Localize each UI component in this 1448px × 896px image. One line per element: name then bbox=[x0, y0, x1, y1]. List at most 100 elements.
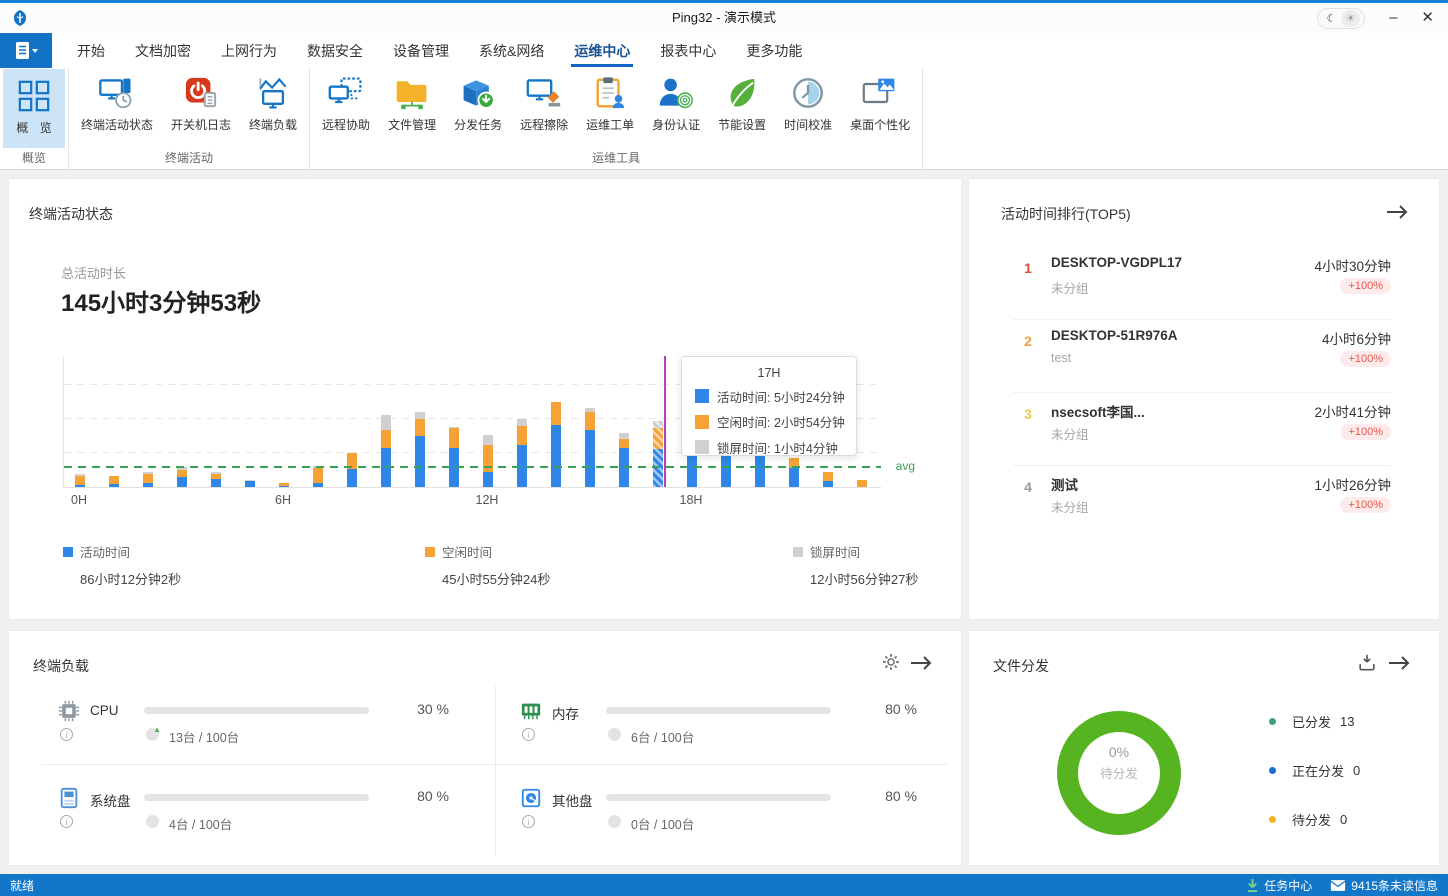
chart-bar-7H[interactable] bbox=[313, 466, 323, 487]
top5-duration: 4小时6分钟 bbox=[1322, 328, 1391, 348]
metric-count: 6台 / 100台 bbox=[631, 727, 694, 746]
metric-progress-bar bbox=[144, 794, 369, 801]
chart-bar-9H[interactable] bbox=[381, 415, 391, 487]
dist-legend-dot bbox=[1269, 816, 1276, 823]
legend-swatch bbox=[425, 547, 435, 557]
ribbon-button-label: 时间校准 bbox=[784, 116, 832, 133]
metric-percent: 80 % bbox=[417, 788, 449, 804]
ribbon-button-远程协助[interactable]: 远程协助 bbox=[313, 69, 379, 133]
load-row-separator bbox=[41, 764, 947, 765]
chart-bar-3H[interactable] bbox=[177, 467, 187, 487]
chart-bar-17H[interactable] bbox=[653, 421, 663, 487]
status-ready: 就绪 bbox=[10, 877, 34, 894]
chart-legend-item-锁屏时间[interactable]: 锁屏时间12小时56分钟27秒 bbox=[793, 542, 918, 588]
legend-value: 45小时55分钟24秒 bbox=[442, 569, 550, 588]
ribbon-button-节能设置[interactable]: 节能设置 bbox=[709, 69, 775, 133]
chart-bar-22H[interactable] bbox=[823, 472, 833, 487]
other-disk-icon bbox=[520, 787, 542, 809]
unread-messages-button[interactable]: 9415条未读信息 bbox=[1330, 877, 1438, 894]
ribbon-button-终端负载[interactable]: 终端负载 bbox=[240, 69, 306, 133]
top5-more-arrow-icon[interactable] bbox=[1385, 204, 1409, 225]
ribbon-button-时间校准[interactable]: 时间校准 bbox=[775, 69, 841, 133]
metric-count-dot-icon bbox=[146, 815, 159, 828]
chart-legend-item-空闲时间[interactable]: 空闲时间 45小时55分钟24秒 bbox=[425, 542, 550, 588]
task-center-button[interactable]: 任务中心 bbox=[1246, 877, 1312, 894]
tab-报表中心[interactable]: 报表中心 bbox=[645, 33, 731, 68]
app-menu-button[interactable] bbox=[0, 33, 52, 68]
ribbon-button-运维工单[interactable]: 运维工单 bbox=[577, 69, 643, 133]
chart-bar-15H[interactable] bbox=[585, 408, 595, 487]
ribbon-button-文件管理[interactable]: 文件管理 bbox=[379, 69, 445, 133]
top5-item-4[interactable]: 4测试未分组1小时26分钟+100% bbox=[1013, 466, 1391, 539]
ribbon-button-label: 身份认证 bbox=[652, 116, 700, 133]
chart-bar-8H[interactable] bbox=[347, 453, 357, 487]
load-metric-系统盘: 系统盘80 %i4台 / 100台 bbox=[33, 776, 495, 863]
ribbon-group-运维工具: 远程协助文件管理分发任务远程擦除运维工单身份认证节能设置时间校准桌面个性化运维工… bbox=[310, 68, 923, 169]
ribbon-button-开关机日志[interactable]: 开关机日志 bbox=[162, 69, 240, 133]
chart-bar-16H[interactable] bbox=[619, 433, 629, 487]
top5-item-3[interactable]: 3nsecsoft李国...未分组2小时41分钟+100% bbox=[1013, 393, 1391, 466]
ribbon-button-远程擦除[interactable]: 远程擦除 bbox=[511, 69, 577, 133]
sun-icon[interactable]: ☀ bbox=[1341, 10, 1360, 27]
chart-bar-1H[interactable] bbox=[109, 476, 119, 487]
dist-legend-dot bbox=[1269, 767, 1276, 774]
tab-开始[interactable]: 开始 bbox=[62, 33, 120, 68]
top5-item-1[interactable]: 1DESKTOP-VGDPL17未分组4小时30分钟+100% bbox=[1013, 247, 1391, 320]
ribbon-button-概览[interactable]: 概 览 bbox=[3, 69, 65, 148]
bar-segment bbox=[517, 426, 527, 445]
ribbon-button-终端活动状态[interactable]: 终端活动状态 bbox=[72, 69, 162, 133]
chart-bar-13H[interactable] bbox=[517, 419, 527, 487]
chart-xtick-0H: 0H bbox=[71, 493, 87, 507]
chart-bar-6H[interactable] bbox=[279, 483, 289, 487]
chart-bar-10H[interactable] bbox=[415, 412, 425, 487]
info-icon[interactable]: i bbox=[522, 815, 535, 828]
bar-segment bbox=[653, 449, 663, 487]
close-button[interactable]: ✕ bbox=[1421, 3, 1434, 33]
activity-top5-panel: 活动时间排行(TOP5) 1DESKTOP-VGDPL17未分组4小时30分钟+… bbox=[968, 178, 1440, 620]
info-icon[interactable]: i bbox=[60, 815, 73, 828]
legend-label: 空闲时间 bbox=[442, 542, 492, 561]
top5-item-2[interactable]: 2DESKTOP-51R976Atest4小时6分钟+100% bbox=[1013, 320, 1391, 393]
chart-bar-12H[interactable] bbox=[483, 435, 493, 487]
moon-icon[interactable]: ☾ bbox=[1322, 10, 1341, 27]
ribbon-button-身份认证[interactable]: 身份认证 bbox=[643, 69, 709, 133]
info-icon[interactable]: i bbox=[60, 728, 73, 741]
tab-运维中心[interactable]: 运维中心 bbox=[559, 33, 645, 68]
load-settings-gear-icon[interactable] bbox=[882, 653, 900, 676]
chart-bar-23H[interactable] bbox=[857, 480, 867, 487]
bar-segment bbox=[245, 481, 255, 487]
ribbon-group-概览: 概 览概览 bbox=[0, 68, 69, 169]
tab-上网行为[interactable]: 上网行为 bbox=[206, 33, 292, 68]
ribbon-button-label: 远程协助 bbox=[322, 116, 370, 133]
bar-segment bbox=[857, 480, 867, 487]
chart-legend-item-活动时间[interactable]: 活动时间86小时12分钟2秒 bbox=[63, 542, 181, 588]
tab-文档加密[interactable]: 文档加密 bbox=[120, 33, 206, 68]
chart-bar-0H[interactable] bbox=[75, 474, 85, 487]
load-more-arrow-icon[interactable] bbox=[909, 655, 933, 676]
ribbon-button-label: 远程擦除 bbox=[520, 116, 568, 133]
top5-rank: 4 bbox=[1019, 479, 1037, 495]
info-icon[interactable]: i bbox=[522, 728, 535, 741]
chart-bar-4H[interactable] bbox=[211, 472, 221, 487]
ribbon-button-label: 终端活动状态 bbox=[81, 116, 153, 133]
dist-download-icon[interactable] bbox=[1357, 652, 1377, 677]
dist-more-arrow-icon[interactable] bbox=[1387, 655, 1411, 676]
chart-bar-5H[interactable] bbox=[245, 480, 255, 487]
tab-更多功能[interactable]: 更多功能 bbox=[731, 33, 817, 68]
ribbon-button-桌面个性化[interactable]: 桌面个性化 bbox=[841, 69, 919, 133]
ribbon-button-分发任务[interactable]: 分发任务 bbox=[445, 69, 511, 133]
theme-toggle[interactable]: ☾ ☀ bbox=[1317, 8, 1365, 29]
chart-bar-2H[interactable] bbox=[143, 472, 153, 487]
tab-系统&网络[interactable]: 系统&网络 bbox=[464, 33, 559, 68]
top5-rank: 1 bbox=[1019, 260, 1037, 276]
chart-bar-14H[interactable] bbox=[551, 402, 561, 487]
dist-legend-value: 13 bbox=[1340, 714, 1354, 729]
terminal-activity-panel: 终端活动状态 总活动时长 145小时3分钟53秒 avg 0H6H12H18H … bbox=[8, 178, 962, 620]
ribbon-tab-row: 开始文档加密上网行为数据安全设备管理系统&网络运维中心报表中心更多功能 bbox=[0, 33, 1448, 68]
chart-bar-21H[interactable] bbox=[789, 458, 799, 487]
minimize-button[interactable]: – bbox=[1389, 3, 1397, 33]
tab-数据安全[interactable]: 数据安全 bbox=[292, 33, 378, 68]
tab-设备管理[interactable]: 设备管理 bbox=[378, 33, 464, 68]
task-center-download-icon bbox=[1246, 878, 1259, 893]
chart-bar-11H[interactable] bbox=[449, 427, 459, 487]
